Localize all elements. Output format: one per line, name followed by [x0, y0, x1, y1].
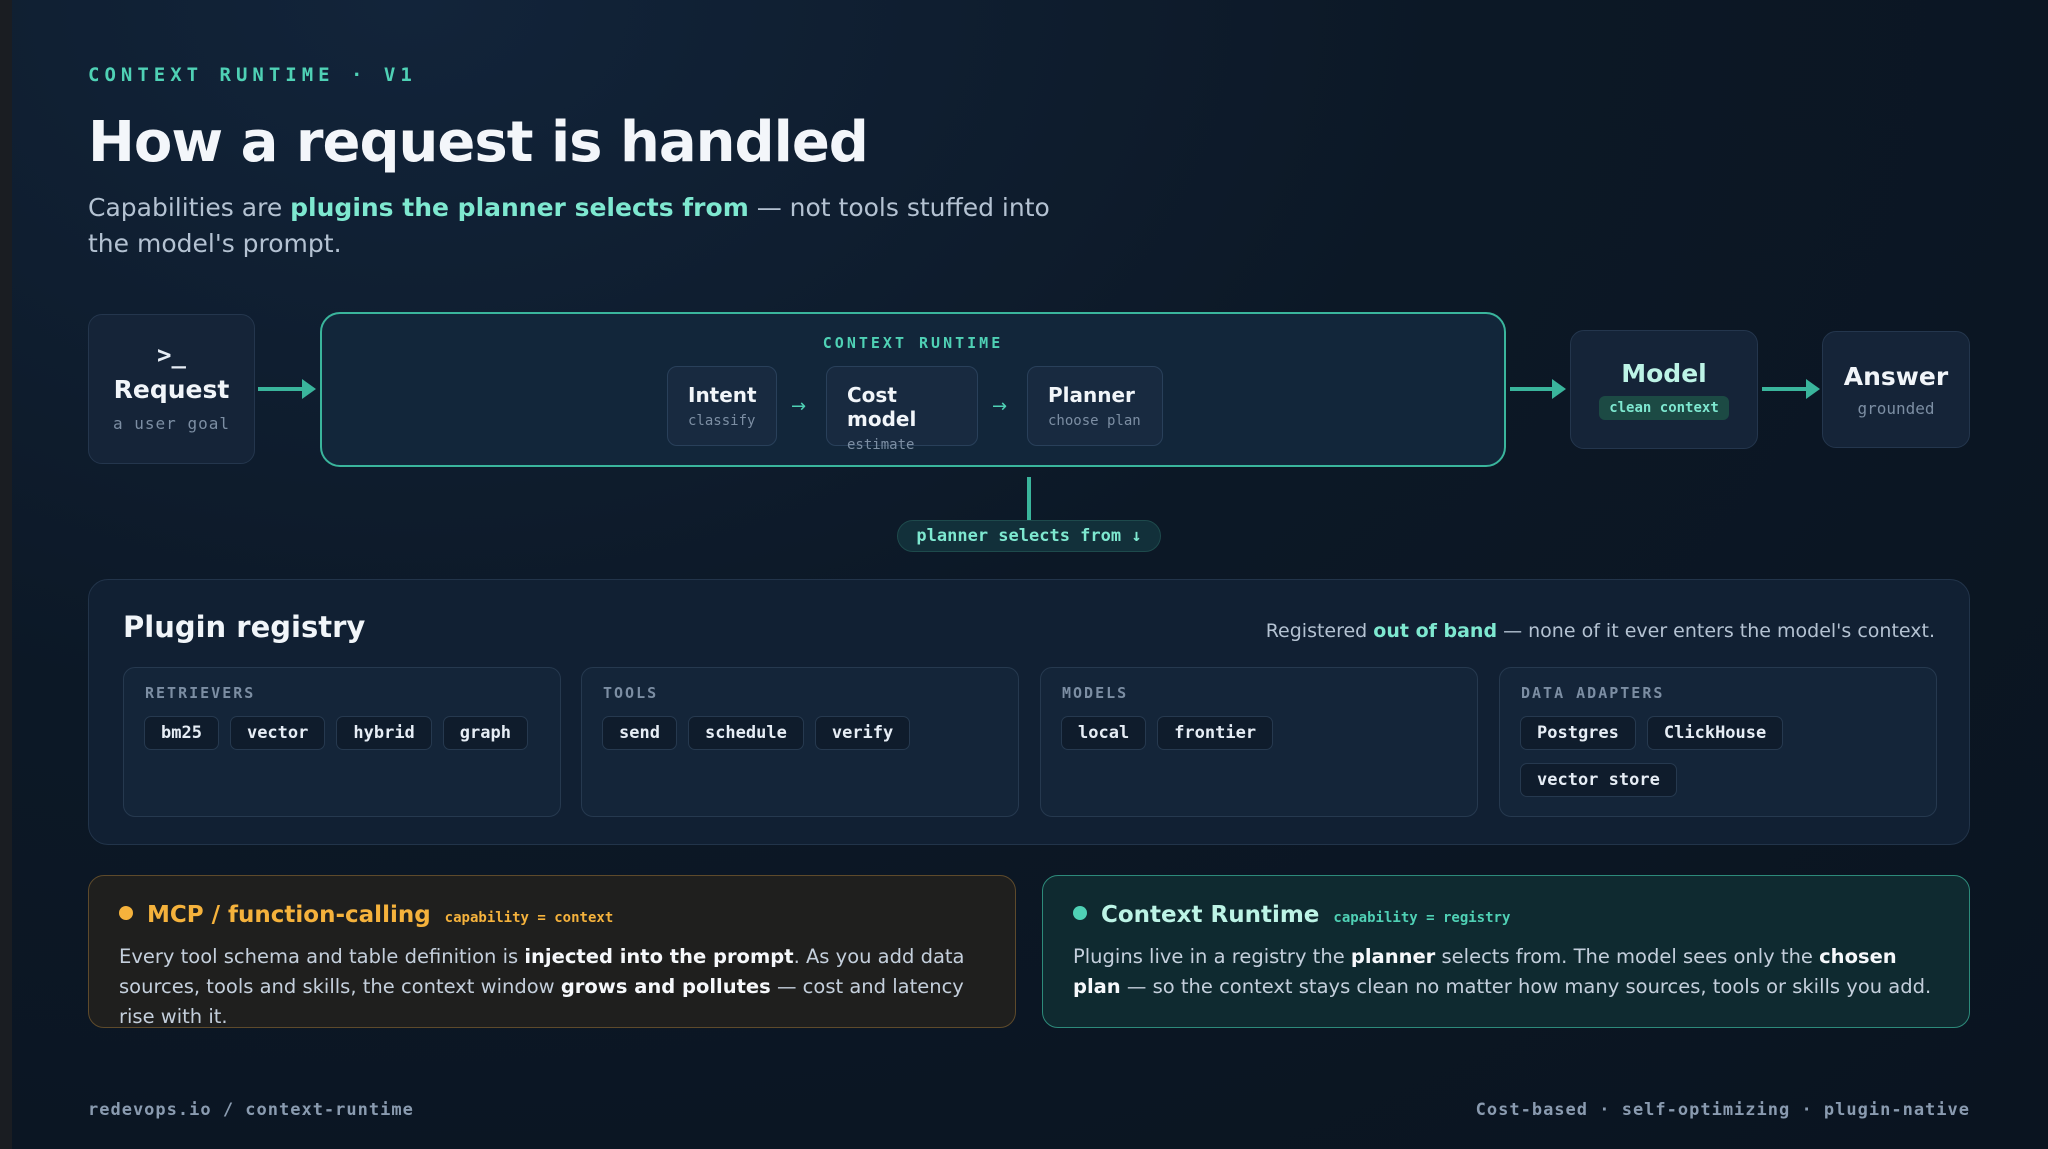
step-subtitle: choose plan [1048, 413, 1141, 429]
request-title: Request [113, 375, 230, 404]
plugin-chip-hybrid: hybrid [336, 716, 432, 750]
answer-node: Answer grounded [1822, 331, 1970, 448]
clean-context-badge: clean context [1599, 396, 1729, 420]
step-arrow-icon: → [992, 396, 1008, 417]
planner-selects-badge: planner selects from ↓ [897, 520, 1161, 552]
request-subtitle: a user goal [113, 414, 230, 433]
status-dot-icon [119, 906, 133, 920]
mcp-comparison-card: MCP / function-calling capability = cont… [88, 875, 1016, 1028]
plugin-chip-vector-store: vector store [1520, 763, 1677, 797]
footer-tagline: Cost-based · self-optimizing · plugin-na… [1475, 1100, 1970, 1120]
request-node: >_ Request a user goal [88, 314, 255, 464]
page-subtitle: Capabilities are plugins the planner sel… [88, 193, 1050, 258]
plugin-chip-local: local [1061, 716, 1147, 750]
group-models: MODELS local frontier [1040, 667, 1478, 817]
model-node: Model clean context [1570, 330, 1758, 449]
window-edge [0, 0, 12, 1149]
step-title: Planner [1048, 383, 1135, 407]
registry-note: Registered out of band — none of it ever… [1265, 620, 1935, 642]
step-subtitle: classify [688, 413, 756, 429]
subtitle-highlight: plugins the planner selects from [290, 193, 749, 222]
step-planner: Planner choose plan [1027, 366, 1163, 446]
group-label: MODELS [1062, 684, 1129, 702]
plugin-registry-panel: Plugin registry Registered out of band —… [88, 579, 1970, 845]
card-tag: capability = registry [1333, 910, 1511, 926]
arrow-request-to-runtime [258, 379, 316, 399]
page-title: How a request is handled [88, 110, 869, 175]
group-tools: TOOLS send schedule verify [581, 667, 1019, 817]
card-title: MCP / function-calling [147, 902, 431, 928]
context-runtime-card: Context Runtime capability = registry Pl… [1042, 875, 1970, 1028]
registry-title: Plugin registry [123, 610, 366, 644]
card-title: Context Runtime [1101, 902, 1320, 928]
step-subtitle: estimate [847, 437, 915, 453]
model-title: Model [1621, 359, 1707, 388]
card-tag: capability = context [444, 910, 614, 926]
eyebrow-label: CONTEXT RUNTIME · V1 [88, 64, 417, 86]
footer-url: redevops.io / context-runtime [88, 1100, 414, 1120]
plugin-chip-clickhouse: ClickHouse [1646, 716, 1784, 750]
step-title: Intent [688, 383, 757, 407]
connector-line [1027, 477, 1031, 521]
group-label: TOOLS [603, 684, 659, 702]
answer-subtitle: grounded [1857, 399, 1935, 418]
group-label: DATA ADAPTERS [1521, 684, 1665, 702]
arrow-model-to-answer [1762, 379, 1820, 399]
status-dot-icon [1073, 906, 1087, 920]
plugin-chip-send: send [602, 716, 677, 750]
arrow-runtime-to-model [1510, 379, 1566, 399]
plugin-chip-verify: verify [814, 716, 911, 750]
context-runtime-box: CONTEXT RUNTIME Intent classify → Cost m… [320, 312, 1506, 467]
group-retrievers: RETRIEVERS bm25 vector hybrid graph [123, 667, 561, 817]
group-data-adapters: DATA ADAPTERS Postgres ClickHouse vector… [1499, 667, 1937, 817]
step-intent: Intent classify [667, 366, 777, 446]
answer-title: Answer [1843, 362, 1949, 391]
plugin-chip-bm25: bm25 [144, 716, 219, 750]
plugin-chip-vector: vector [229, 716, 326, 750]
step-arrow-icon: → [791, 396, 807, 417]
group-label: RETRIEVERS [145, 684, 256, 702]
plugin-chip-schedule: schedule [687, 716, 804, 750]
runtime-label: CONTEXT RUNTIME [822, 334, 1004, 352]
step-cost-model: Cost model estimate [826, 366, 978, 453]
plugin-chip-graph: graph [442, 716, 528, 750]
terminal-icon: >_ [157, 341, 186, 369]
plugin-chip-postgres: Postgres [1520, 716, 1636, 750]
plugin-chip-frontier: frontier [1157, 716, 1274, 750]
card-body: Every tool schema and table definition i… [119, 945, 965, 1028]
step-title: Cost model [847, 383, 917, 431]
card-body: Plugins live in a registry the planner s… [1073, 945, 1932, 998]
